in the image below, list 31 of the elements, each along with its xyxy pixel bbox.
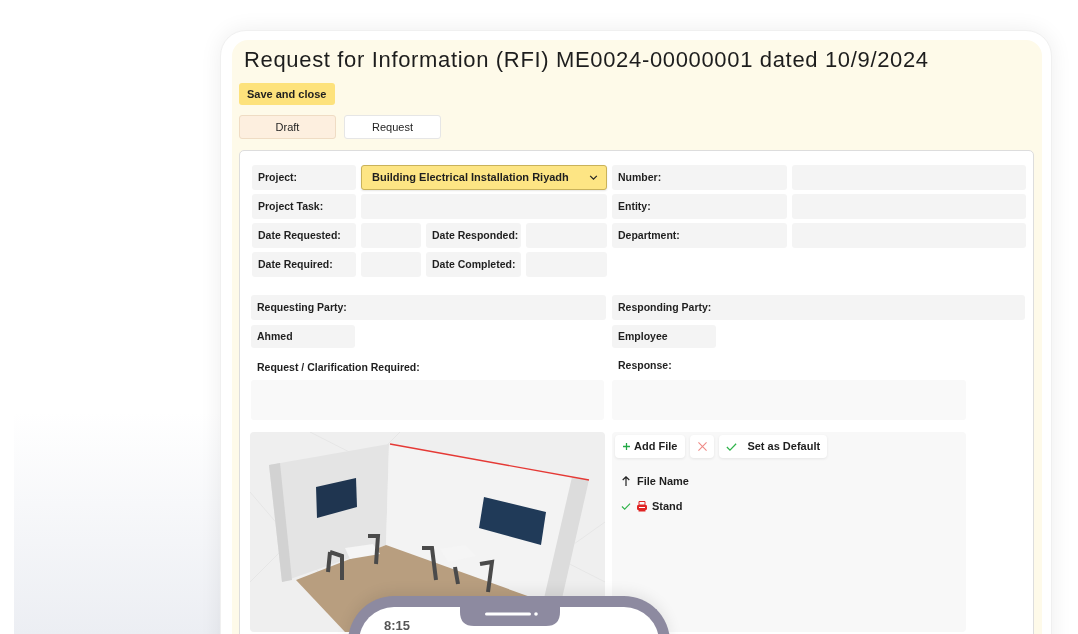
field-label: Requesting Party: <box>251 295 606 320</box>
file-name[interactable]: Stand <box>652 497 683 515</box>
field-label: Response: <box>617 357 672 373</box>
plus-icon <box>623 443 630 450</box>
chevron-down-icon <box>589 175 598 180</box>
field-label: Date Requested: <box>252 223 356 248</box>
save-and-close-button[interactable]: Save and close <box>239 83 335 105</box>
value-field[interactable]: Ahmed <box>251 325 355 348</box>
field-label: Responding Party: <box>612 295 1025 320</box>
check-icon <box>726 442 738 451</box>
field-label: Project Task: <box>252 194 356 219</box>
status-time: 8:15 <box>384 618 411 633</box>
set-default-button[interactable]: Set as Default <box>719 435 828 458</box>
tab[interactable]: Request <box>344 115 441 139</box>
close-icon <box>697 442 707 451</box>
column-header[interactable]: File Name <box>636 472 689 490</box>
tab[interactable]: Draft <box>239 115 336 139</box>
field-label: Request / Clarification Required: <box>257 360 420 373</box>
field-label: Number: <box>612 165 787 190</box>
field-label: Date Responded: <box>426 223 521 248</box>
project-dropdown[interactable]: Building Electrical Installation Riyadh <box>361 165 607 190</box>
field-label: Department: <box>612 223 787 248</box>
field-label: Entity: <box>612 194 787 219</box>
page-title: Request for Information (RFI) ME0024-00000001 dated 10/9/2024 <box>243 46 930 74</box>
field-label: Date Completed: <box>426 252 521 277</box>
printer-icon <box>637 500 647 512</box>
field-label: Date Required: <box>252 252 356 277</box>
field-label: Project: <box>252 165 356 190</box>
add-file-button[interactable]: Add File <box>615 435 686 458</box>
delete-button[interactable] <box>690 435 715 458</box>
value-field[interactable]: Employee <box>612 325 716 348</box>
